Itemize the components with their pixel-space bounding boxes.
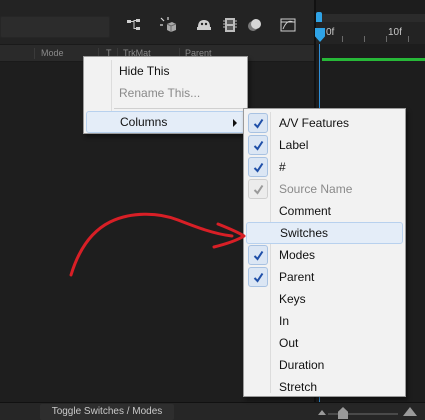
time-ruler[interactable]: 0f 10f bbox=[316, 22, 425, 44]
menu-item-label: Columns bbox=[120, 115, 168, 129]
flow-chart-icon[interactable] bbox=[124, 14, 144, 36]
menu-item-label: Modes bbox=[279, 248, 316, 262]
frame-blending-icon[interactable] bbox=[220, 14, 240, 36]
ruler-tick bbox=[408, 36, 409, 42]
menu-item-duration[interactable]: Duration bbox=[246, 354, 403, 376]
menu-item-stretch[interactable]: Stretch bbox=[246, 376, 403, 398]
ruler-label-start: 0f bbox=[326, 27, 335, 38]
menu-item-rename-this: Rename This... bbox=[86, 82, 245, 104]
time-navigator-bar[interactable] bbox=[316, 14, 425, 22]
menu-item-label: Rename This... bbox=[119, 86, 201, 100]
menu-item-label: A/V Features bbox=[279, 116, 350, 130]
menu-item-label: Stretch bbox=[279, 380, 318, 394]
menu-item-keys[interactable]: Keys bbox=[246, 288, 403, 310]
menu-item-label: Comment bbox=[279, 204, 332, 218]
menu-item-label: Duration bbox=[279, 358, 325, 372]
motion-blur-icon[interactable] bbox=[245, 14, 265, 36]
ruler-tick bbox=[364, 36, 365, 42]
layer-search-input[interactable] bbox=[0, 16, 110, 38]
checkmark-icon bbox=[248, 135, 268, 155]
submenu-arrow-icon bbox=[233, 119, 237, 127]
checkmark-icon bbox=[248, 157, 268, 177]
toggle-switches-modes-button[interactable]: Toggle Switches / Modes bbox=[40, 404, 174, 420]
menu-item-a-v-features[interactable]: A/V Features bbox=[246, 112, 403, 134]
work-area-bar[interactable] bbox=[322, 58, 425, 61]
mode-column-header[interactable]: Mode bbox=[41, 48, 64, 58]
menu-item-label: Out bbox=[279, 336, 299, 350]
menu-item-label: Keys bbox=[279, 292, 306, 306]
menu-item-in[interactable]: In bbox=[246, 310, 403, 332]
shy-layers-icon[interactable] bbox=[158, 14, 178, 36]
zoom-out-icon[interactable] bbox=[318, 410, 326, 415]
column-divider[interactable] bbox=[34, 48, 35, 59]
menu-item-label[interactable]: Label bbox=[246, 134, 403, 156]
checkmark-icon bbox=[248, 267, 268, 287]
draft-3d-icon[interactable] bbox=[194, 14, 214, 36]
menu-item-modes[interactable]: Modes bbox=[246, 244, 403, 266]
menu-item-label: Hide This bbox=[119, 64, 170, 78]
menu-item-label: Source Name bbox=[279, 182, 353, 196]
menu-item-number[interactable]: # bbox=[246, 156, 403, 178]
menu-item-label: In bbox=[279, 314, 290, 328]
layer-header-context-menu: Hide This Rename This... Columns bbox=[83, 56, 248, 134]
menu-item-label: # bbox=[279, 160, 286, 174]
graph-editor-icon[interactable] bbox=[278, 14, 298, 36]
checkmark-icon bbox=[248, 245, 268, 265]
zoom-in-icon[interactable] bbox=[403, 407, 417, 416]
checkmark-icon bbox=[248, 113, 268, 133]
zoom-slider-thumb[interactable] bbox=[338, 407, 348, 419]
menu-item-columns[interactable]: Columns bbox=[86, 111, 245, 133]
menu-item-out[interactable]: Out bbox=[246, 332, 403, 354]
ruler-tick bbox=[386, 36, 387, 42]
menu-separator bbox=[114, 108, 244, 109]
ruler-tick bbox=[342, 36, 343, 42]
menu-item-label: Switches bbox=[280, 226, 329, 240]
checkmark-icon bbox=[248, 179, 268, 199]
menu-item-comment[interactable]: Comment bbox=[246, 200, 403, 222]
columns-submenu: A/V Features Label # Source Name Comment Swit… bbox=[243, 108, 406, 397]
menu-item-source-name: Source Name bbox=[246, 178, 403, 200]
menu-item-switches[interactable]: Switches bbox=[246, 222, 403, 244]
menu-item-hide-this[interactable]: Hide This bbox=[86, 60, 245, 82]
menu-item-label: Parent bbox=[279, 270, 315, 284]
ruler-label-10f: 10f bbox=[388, 27, 402, 38]
menu-item-parent[interactable]: Parent bbox=[246, 266, 403, 288]
menu-item-label: Label bbox=[279, 138, 309, 152]
timeline-bottom-bar: Toggle Switches / Modes bbox=[0, 402, 425, 420]
